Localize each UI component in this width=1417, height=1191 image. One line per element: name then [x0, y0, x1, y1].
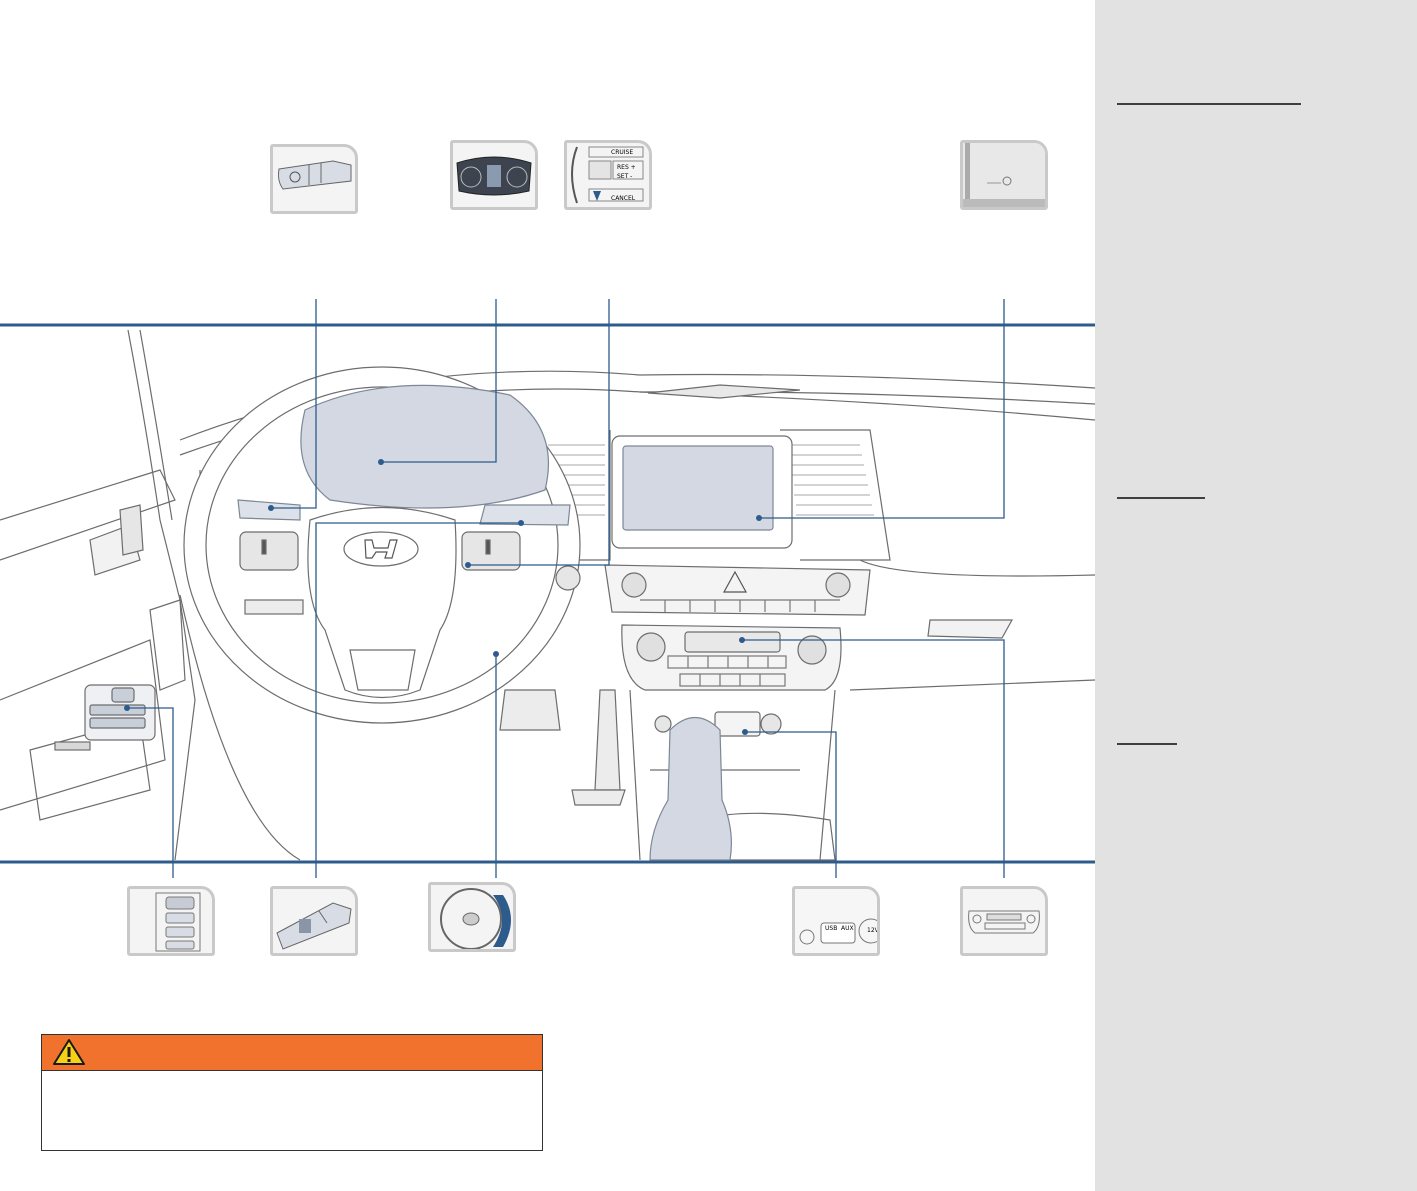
set-label: SET - [617, 173, 633, 180]
wiper-stalk-thumbnail [270, 886, 358, 956]
headlight-stalk-thumbnail [270, 144, 358, 214]
steering-tilt-thumbnail [428, 882, 516, 952]
usb-label: USB [825, 925, 838, 932]
cruise-control-thumbnail: CRUISE RES + SET - CANCEL [564, 140, 652, 210]
aux-label: AUX [841, 925, 854, 932]
cruise-label: CRUISE [611, 149, 634, 156]
callout-usb [745, 731, 837, 878]
sidebar-panel [1095, 0, 1417, 1191]
warning-triangle-icon [53, 1039, 85, 1065]
instrument-cluster-thumbnail [450, 140, 538, 210]
warning-text [42, 1071, 542, 1087]
warning-box [41, 1034, 543, 1151]
climate-panel-thumbnail [960, 886, 1048, 956]
sidebar-heading-rule-1 [1117, 103, 1301, 105]
sidebar-heading-rule-3 [1117, 743, 1177, 745]
audio-screen-thumbnail [960, 140, 1048, 210]
sidebar-heading-rule-2 [1117, 497, 1205, 499]
warning-header [42, 1035, 542, 1071]
dashboard-illustration [0, 299, 1095, 878]
cancel-label: CANCEL [611, 195, 636, 202]
power-label: 12V [867, 927, 879, 934]
window-switch-thumbnail [127, 886, 215, 956]
usb-port-thumbnail: USB AUX 12V [792, 886, 880, 956]
res-label: RES + [617, 164, 636, 171]
